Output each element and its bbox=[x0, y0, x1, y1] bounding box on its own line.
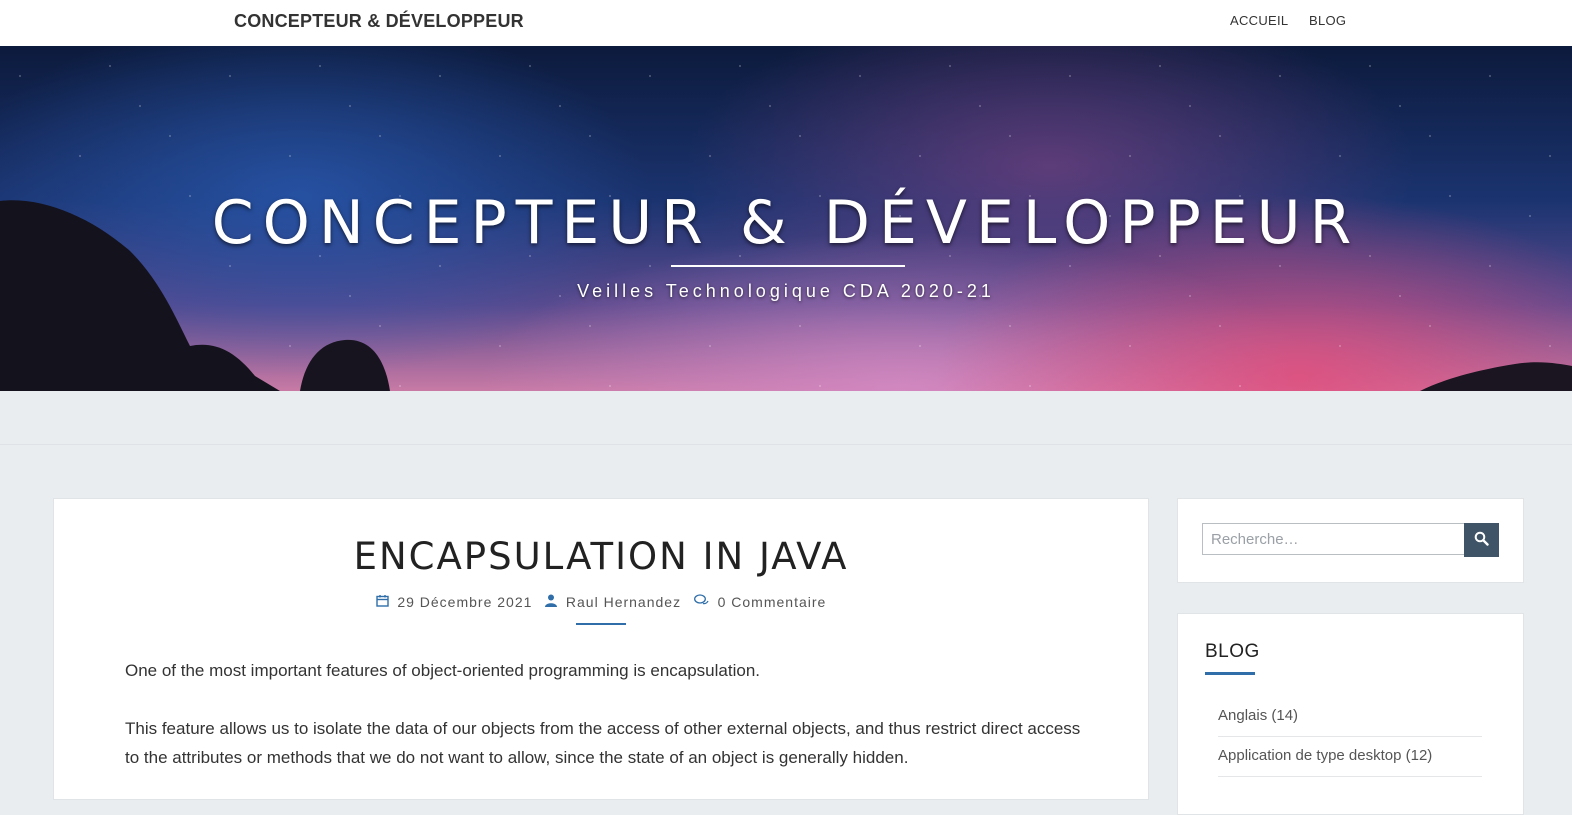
post-paragraph: This feature allows us to isolate the da… bbox=[125, 719, 1081, 767]
hero-divider bbox=[671, 265, 905, 267]
widget-title: BLOG bbox=[1205, 641, 1260, 662]
hero-title: CONCEPTEUR & DÉVELOPPEUR bbox=[211, 188, 1361, 258]
nav-item-accueil[interactable]: ACCUEIL bbox=[1230, 13, 1288, 28]
search-widget bbox=[1177, 498, 1524, 583]
section-divider bbox=[0, 444, 1572, 445]
category-link-application-desktop[interactable]: Application de type desktop (12) bbox=[1218, 747, 1482, 764]
user-icon bbox=[545, 594, 562, 610]
widget-title-underline bbox=[1205, 672, 1255, 675]
blog-categories-widget: BLOG Anglais (14) Application de type de… bbox=[1177, 613, 1524, 815]
comments-icon bbox=[694, 594, 714, 610]
post-title[interactable]: ENCAPSULATION IN JAVA bbox=[54, 535, 1148, 578]
top-navbar: CONCEPTEUR & DÉVELOPPEUR ACCUEIL BLOG bbox=[0, 0, 1572, 46]
site-brand-link[interactable]: CONCEPTEUR & DÉVELOPPEUR bbox=[234, 11, 524, 32]
meta-divider bbox=[576, 623, 626, 625]
post-comments-link[interactable]: 0 Commentaire bbox=[718, 594, 827, 610]
search-button[interactable] bbox=[1464, 523, 1499, 557]
category-divider bbox=[1218, 776, 1482, 777]
category-divider bbox=[1218, 736, 1482, 737]
calendar-icon bbox=[375, 595, 394, 610]
hero-subtitle: Veilles Technologique CDA 2020-21 bbox=[577, 281, 995, 301]
post-author-link[interactable]: Raul Hernandez bbox=[566, 594, 681, 610]
post-paragraph: One of the most important features of ob… bbox=[125, 661, 761, 680]
hero-banner: CONCEPTEUR & DÉVELOPPEUR Veilles Technol… bbox=[0, 46, 1572, 391]
search-icon bbox=[1474, 531, 1489, 549]
post-date-link[interactable]: 29 Décembre 2021 bbox=[397, 594, 532, 610]
article-card: ENCAPSULATION IN JAVA 29 Décembre 2021 R… bbox=[53, 498, 1149, 800]
post-meta: 29 Décembre 2021 Raul Hernandez 0 Commen… bbox=[54, 594, 1148, 610]
category-link-anglais[interactable]: Anglais (14) bbox=[1218, 707, 1482, 724]
nav-item-blog[interactable]: BLOG bbox=[1309, 13, 1346, 28]
search-input[interactable] bbox=[1202, 523, 1465, 555]
